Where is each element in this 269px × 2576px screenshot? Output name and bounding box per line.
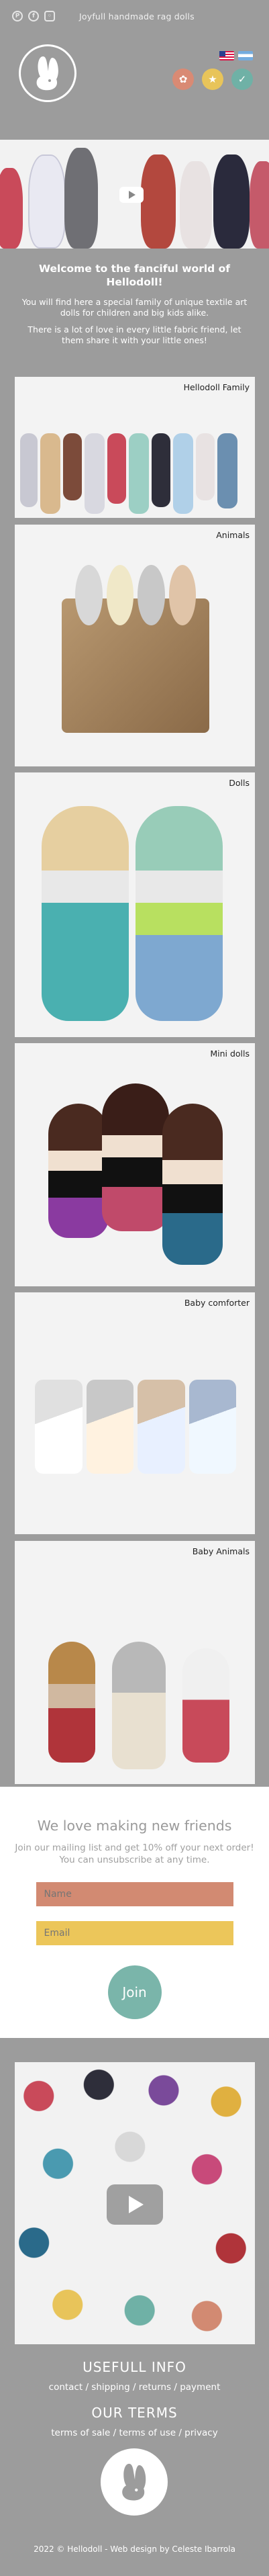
doll-image xyxy=(102,1083,169,1231)
category-label: Baby Animals xyxy=(192,1546,250,1556)
category-baby-animals[interactable]: Baby Animals xyxy=(15,1541,255,1784)
doll-image xyxy=(250,161,269,249)
category-label: Hellodoll Family xyxy=(183,382,250,392)
useful-info-title: USEFULL INFO xyxy=(83,2359,186,2375)
category-label: Animals xyxy=(216,530,250,540)
check-icon: ✓ xyxy=(231,69,253,90)
category-baby-comforter[interactable]: Baby comforter xyxy=(15,1292,255,1534)
join-button[interactable]: Join xyxy=(107,1965,162,2019)
play-icon[interactable] xyxy=(107,2184,163,2225)
category-mini-dolls[interactable]: Mini dolls xyxy=(15,1043,255,1286)
doll-image xyxy=(136,806,223,1021)
comforters-group xyxy=(35,1380,236,1474)
doll-image xyxy=(42,806,129,1021)
welcome-text-2: There is a lot of love in every little f… xyxy=(28,324,241,345)
us-flag-icon[interactable] xyxy=(219,51,234,60)
language-switch xyxy=(219,51,253,60)
dolls-group xyxy=(20,433,237,514)
category-label: Dolls xyxy=(229,778,250,788)
welcome-section: Welcome to the fanciful world of Hellodo… xyxy=(0,253,269,352)
copyright: 2022 © Hellodoll - Web design by Celeste… xyxy=(34,2544,235,2554)
social-links: P f ◦ xyxy=(12,11,55,21)
badges: ✿ ★ ✓ xyxy=(172,69,253,90)
useful-info: USEFULL INFO contact / shipping / return… xyxy=(0,2359,269,2393)
baby-elephant-image xyxy=(112,1642,166,1769)
hero-video[interactable] xyxy=(0,140,269,249)
play-icon[interactable] xyxy=(119,187,144,203)
doll-image xyxy=(64,148,98,249)
name-input[interactable] xyxy=(36,1882,233,1906)
bunny-logo-icon xyxy=(36,56,58,91)
argentina-flag-icon[interactable] xyxy=(238,51,253,60)
star-icon: ★ xyxy=(202,69,223,90)
category-hellodoll-family[interactable]: Hellodoll Family xyxy=(15,377,255,518)
bunny-logo-icon xyxy=(122,2463,146,2501)
doll-image xyxy=(48,1104,109,1238)
category-dolls[interactable]: Dolls xyxy=(15,772,255,1037)
pinterest-icon[interactable]: P xyxy=(12,11,23,21)
newsletter-section: We love making new friends Join our mail… xyxy=(0,1787,269,2038)
doll-image xyxy=(0,168,23,249)
header-right: ✿ ★ ✓ xyxy=(172,39,253,140)
our-terms: OUR TERMS terms of sale / terms of use /… xyxy=(0,2405,269,2438)
newsletter-title: We love making new friends xyxy=(37,1818,232,1834)
doll-image xyxy=(162,1104,223,1265)
hellodoll-logo[interactable] xyxy=(19,44,76,102)
doll-image xyxy=(180,161,212,249)
baby-lion-image xyxy=(48,1642,95,1763)
top-bar: P f ◦ Joyfull handmade rag dolls xyxy=(0,0,269,32)
tagline: Joyfull handmade rag dolls xyxy=(79,11,195,21)
animals-group xyxy=(75,565,196,625)
our-terms-links[interactable]: terms of sale / terms of use / privacy xyxy=(0,2428,269,2438)
doll-image xyxy=(213,154,250,249)
our-terms-title: OUR TERMS xyxy=(91,2405,178,2421)
header: ✿ ★ ✓ xyxy=(0,32,269,140)
category-label: Baby comforter xyxy=(184,1298,250,1308)
doll-image xyxy=(28,154,66,249)
instagram-icon[interactable]: ◦ xyxy=(44,11,55,21)
handmade-icon: ✿ xyxy=(172,69,194,90)
facebook-icon[interactable]: f xyxy=(28,11,39,21)
newsletter-text: Join our mailing list and get 10% off yo… xyxy=(15,1842,254,1865)
category-label: Mini dolls xyxy=(210,1049,250,1059)
useful-info-links[interactable]: contact / shipping / returns / payment xyxy=(0,2382,269,2393)
doll-image xyxy=(141,154,176,249)
welcome-text-1: You will find here a special family of u… xyxy=(21,297,248,318)
collection-video[interactable] xyxy=(15,2062,255,2344)
category-animals[interactable]: Animals xyxy=(15,525,255,766)
email-input[interactable] xyxy=(36,1921,233,1945)
welcome-title: Welcome to the fanciful world of Hellodo… xyxy=(38,263,231,288)
footer-logo[interactable] xyxy=(101,2448,168,2516)
baby-sheep-image xyxy=(182,1648,229,1763)
page: P f ◦ Joyfull handmade rag dolls ✿ ★ ✓ W… xyxy=(0,0,269,2576)
